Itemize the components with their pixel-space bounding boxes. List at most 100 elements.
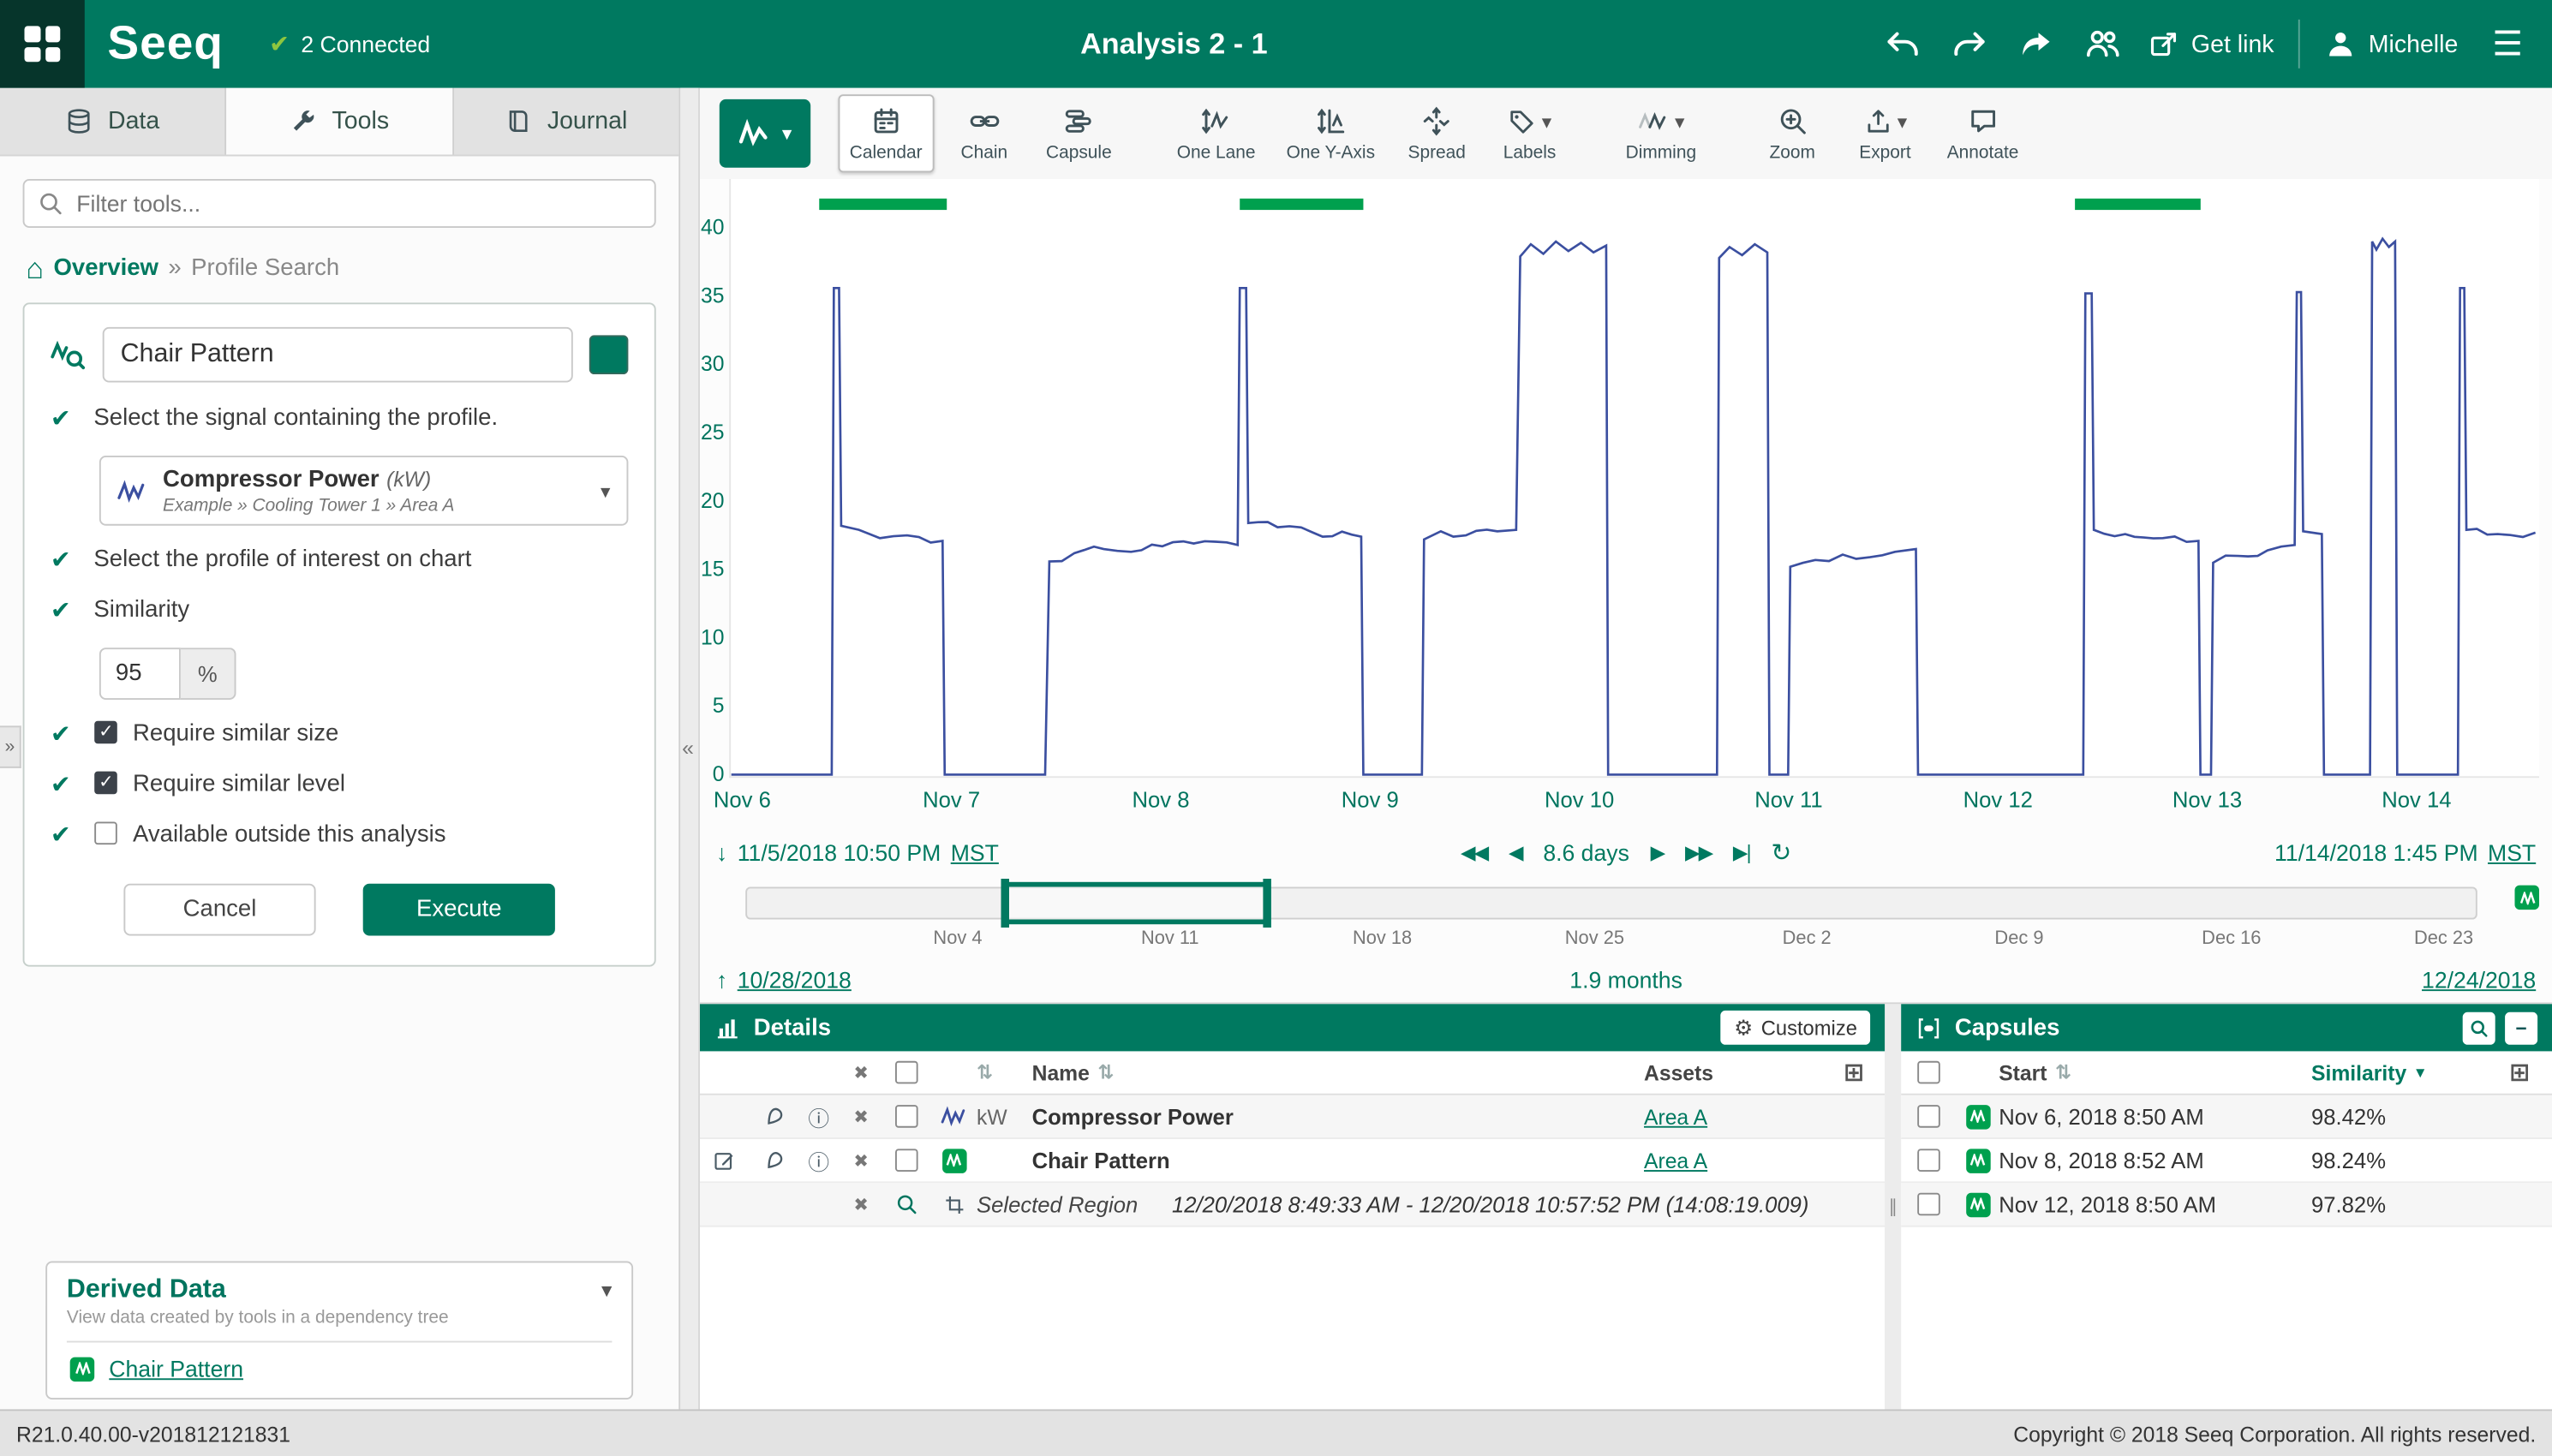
capsule-row[interactable]: Nov 6, 2018 8:50 AM 98.42%	[1901, 1095, 2552, 1139]
connection-status[interactable]: ✔ 2 Connected	[269, 29, 430, 58]
selection-left-handle[interactable]	[1001, 879, 1010, 928]
investigate-end-value[interactable]: 12/24/2018	[2422, 967, 2536, 993]
down-arrow-icon[interactable]: ↓	[716, 839, 727, 865]
remove-icon[interactable]: ✖	[853, 1149, 869, 1171]
similarity-input[interactable]	[99, 647, 181, 700]
capsules-collapse-button[interactable]: −	[2505, 1011, 2537, 1044]
pin-icon[interactable]	[758, 1101, 788, 1131]
capsule-row[interactable]: Nov 8, 2018 8:52 AM 98.24%	[1901, 1139, 2552, 1183]
collapse-sidebar-icon[interactable]: «	[682, 736, 694, 761]
y-axis[interactable]: 0510152025303540	[700, 179, 725, 778]
row-checkbox[interactable]	[1917, 1193, 1940, 1216]
toolbar-dimming-button[interactable]: ▾ Dimming	[1614, 94, 1707, 172]
tab-data[interactable]: Data	[0, 88, 227, 155]
similarity-column-header[interactable]: Similarity	[2311, 1060, 2406, 1085]
toolbar-labels-button[interactable]: ▾ Labels	[1487, 94, 1572, 172]
timeline-selection-window[interactable]	[1005, 882, 1269, 924]
capsule-bar[interactable]	[1240, 199, 1363, 210]
select-all-checkbox[interactable]	[895, 1061, 918, 1084]
remove-icon[interactable]: ✖	[853, 1194, 869, 1215]
details-row-condition[interactable]: ⓘ ✖ Chair Pattern Area A	[700, 1139, 1885, 1183]
redo-button[interactable]	[1949, 23, 1991, 65]
customize-button[interactable]: ⚙ Customize	[1721, 1011, 1870, 1045]
select-all-checkbox[interactable]	[1917, 1061, 1940, 1084]
up-arrow-icon[interactable]: ↑	[716, 967, 727, 993]
edit-icon[interactable]	[713, 1149, 736, 1172]
filter-tools-input[interactable]	[23, 179, 656, 228]
details-row-signal[interactable]: ⓘ ✖ kW Compressor Power Area A	[700, 1095, 1885, 1139]
add-column-icon[interactable]: ⊞	[2509, 1058, 2530, 1087]
collaborators-button[interactable]	[2083, 23, 2125, 65]
toolbar-spread-button[interactable]: Spread	[1395, 94, 1479, 172]
capsules-zoom-button[interactable]	[2463, 1011, 2495, 1044]
similar-size-checkbox[interactable]	[93, 721, 117, 744]
available-outside-checkbox[interactable]	[93, 822, 117, 845]
row-checkbox[interactable]	[895, 1105, 918, 1128]
toolbar-one-y-axis-button[interactable]: One Y-Axis	[1275, 94, 1386, 172]
fast-forward-button[interactable]: ▶▶	[1685, 841, 1712, 864]
sort-icon[interactable]: ⇅	[2055, 1061, 2071, 1084]
display-start-value[interactable]: 11/5/2018 10:50 PM	[738, 839, 941, 865]
capsule-lane-icon[interactable]	[2515, 886, 2540, 910]
cancel-button[interactable]: Cancel	[123, 884, 315, 936]
expand-panel-chevron[interactable]: »	[0, 725, 21, 767]
share-button[interactable]	[2016, 23, 2058, 65]
breadcrumb-overview-link[interactable]: Overview	[53, 255, 158, 281]
capsule-row[interactable]: Nov 12, 2018 8:50 AM 97.82%	[1901, 1183, 2552, 1226]
similar-level-checkbox[interactable]	[93, 772, 117, 795]
user-menu[interactable]: Michelle	[2324, 27, 2458, 60]
display-start-timezone[interactable]: MST	[951, 839, 999, 865]
color-swatch-button[interactable]	[589, 335, 629, 374]
timeline-track[interactable]	[745, 887, 2477, 920]
x-axis[interactable]: Nov 6Nov 7Nov 8Nov 9Nov 10Nov 11Nov 12No…	[729, 778, 2539, 826]
toolbar-zoom-button[interactable]: Zoom	[1750, 94, 1835, 172]
row-checkbox[interactable]	[895, 1149, 918, 1172]
toolbar-one-lane-button[interactable]: One Lane	[1165, 94, 1266, 172]
signal-select-dropdown[interactable]: Compressor Power (kW) Example » Cooling …	[99, 456, 628, 526]
toolbar-calendar-button[interactable]: Calendar	[839, 94, 934, 172]
investigate-start-value[interactable]: 10/28/2018	[738, 967, 852, 993]
sort-icon[interactable]: ⇅	[977, 1061, 1032, 1084]
undo-button[interactable]	[1882, 23, 1924, 65]
add-column-icon[interactable]: ⊞	[1844, 1058, 1864, 1087]
app-launcher-button[interactable]	[0, 0, 85, 88]
chart-type-button[interactable]: ▾	[720, 99, 810, 168]
step-back-button[interactable]: ◀	[1509, 841, 1522, 864]
home-icon[interactable]: ⌂	[26, 254, 44, 283]
assets-column-header[interactable]: Assets	[1644, 1060, 1823, 1085]
asset-link[interactable]: Area A	[1644, 1148, 1823, 1173]
tab-tools[interactable]: Tools	[227, 88, 454, 155]
info-icon[interactable]: ⓘ	[808, 1145, 829, 1176]
row-checkbox[interactable]	[1917, 1105, 1940, 1128]
toolbar-annotate-button[interactable]: Annotate	[1935, 94, 2029, 172]
refresh-button[interactable]: ↻	[1771, 838, 1791, 868]
zoom-to-region-icon[interactable]	[895, 1193, 918, 1216]
hamburger-menu-button[interactable]: ☰	[2483, 24, 2533, 64]
crop-icon[interactable]	[943, 1194, 965, 1215]
capsule-bar[interactable]	[2075, 199, 2201, 210]
tool-name-input[interactable]	[103, 327, 573, 383]
row-checkbox[interactable]	[1917, 1149, 1940, 1172]
asset-link[interactable]: Area A	[1644, 1104, 1823, 1129]
sidebar-splitter[interactable]: «	[680, 88, 700, 1410]
remove-all-icon[interactable]: ✖	[853, 1062, 869, 1083]
derived-data-item[interactable]: Chair Pattern	[67, 1341, 612, 1392]
start-column-header[interactable]: Start	[1999, 1060, 2047, 1085]
pin-icon[interactable]	[758, 1145, 788, 1175]
info-icon[interactable]: ⓘ	[808, 1101, 829, 1131]
toolbar-capsule-button[interactable]: Capsule	[1035, 94, 1123, 172]
name-column-header[interactable]: Name	[1032, 1060, 1090, 1085]
selection-right-handle[interactable]	[1264, 879, 1272, 928]
toolbar-chain-button[interactable]: Chain	[941, 94, 1026, 172]
display-end-timezone[interactable]: MST	[2488, 839, 2536, 865]
rewind-button[interactable]: ◀◀	[1461, 841, 1487, 864]
display-duration[interactable]: 8.6 days	[1543, 839, 1629, 865]
selected-region-row[interactable]: ✖ Selected Region 12/20/2018 8:49:33 AM …	[700, 1183, 1885, 1226]
display-end-value[interactable]: 11/14/2018 1:45 PM	[2274, 839, 2478, 865]
step-forward-button[interactable]: ▶	[1651, 841, 1664, 864]
chart-plot-area[interactable]	[729, 179, 2539, 778]
remove-icon[interactable]: ✖	[853, 1106, 869, 1127]
signal-trace[interactable]	[732, 239, 2536, 775]
sort-icon[interactable]: ⇅	[1097, 1061, 1114, 1084]
tab-journal[interactable]: Journal	[453, 88, 678, 155]
